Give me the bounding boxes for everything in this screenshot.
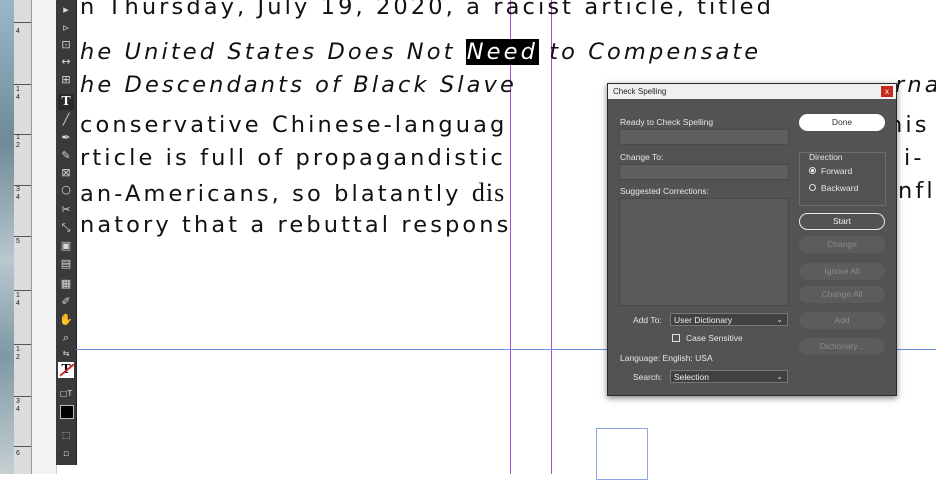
forward-label: Forward [821, 166, 853, 176]
text-segment: dis [471, 178, 506, 207]
dialog-title: Check Spelling [613, 87, 667, 96]
check-spelling-dialog: Check Spelling x Ready to Check Spelling… [607, 83, 897, 396]
word-field [619, 129, 789, 145]
content-collector-icon[interactable]: ⊞ [58, 72, 74, 88]
ruler-label: 4 [16, 194, 20, 201]
free-transform-tool-icon[interactable]: ⤡ [58, 220, 74, 236]
column-guide[interactable] [551, 0, 552, 474]
gradient-feather-tool-icon[interactable]: ▤ [58, 256, 74, 272]
note-tool-icon[interactable]: ▦ [58, 276, 74, 292]
change-to-input[interactable] [619, 164, 789, 180]
formatting-affects-container-icon[interactable]: □T [58, 386, 74, 402]
ruler-label: 4 [16, 28, 20, 35]
change-button[interactable]: Change [799, 236, 885, 253]
pencil-tool-icon[interactable]: ✎ [58, 148, 74, 164]
backward-label: Backward [821, 183, 859, 193]
start-button[interactable]: Start [799, 213, 885, 230]
background-photo-strip [0, 0, 14, 474]
text-segment: he United States Does Not [80, 39, 466, 65]
forward-radio[interactable] [809, 167, 816, 174]
text-segment: i- [904, 145, 925, 171]
fill-color-swatch[interactable] [60, 405, 74, 419]
ruler-label: 6 [16, 450, 20, 457]
case-sensitive-checkbox[interactable] [672, 334, 680, 342]
text-line-7[interactable]: natory that a rebuttal respons [80, 212, 511, 238]
ruler-label: 4 [16, 406, 20, 413]
text-segment: to Compensate [538, 39, 762, 65]
text-line-3[interactable]: he Descendants of Black Slave rna [80, 72, 936, 98]
text-segment: rna [895, 72, 936, 98]
pen-tool-icon[interactable]: ✒ [58, 130, 74, 146]
case-sensitive-label: Case Sensitive [686, 333, 743, 343]
empty-frame[interactable] [596, 428, 648, 480]
dialog-title-bar[interactable]: Check Spelling [608, 84, 896, 99]
vertical-ruler[interactable]: 4 1 4 1 2 3 4 5 1 4 1 2 3 4 6 [14, 0, 32, 474]
search-select[interactable]: Selection ⌄ [670, 370, 788, 383]
highlighted-misspelled-word[interactable]: Need [465, 39, 539, 65]
text-segment: an-Americans, so blatantly [80, 181, 472, 207]
page-tool-icon[interactable]: ⊡ [58, 37, 74, 53]
ruler-label: 1 [16, 292, 20, 299]
ruler-label: 4 [16, 300, 20, 307]
pasteboard-margin [32, 0, 57, 474]
scissors-tool-icon[interactable]: ✂ [58, 202, 74, 218]
hand-tool-icon[interactable]: ✋ [58, 312, 74, 328]
ruler-label: 1 [16, 134, 20, 141]
gap-tool-icon[interactable]: ↔ [58, 54, 74, 70]
direction-label: Direction [809, 152, 843, 162]
search-value: Selection [674, 372, 709, 382]
ignore-all-button[interactable]: Ignore All [799, 263, 885, 280]
text-segment: conservative Chinese-languag [80, 112, 508, 138]
suggested-corrections-label: Suggested Corrections: [620, 186, 709, 196]
add-to-label: Add To: [633, 315, 662, 325]
type-tool-icon[interactable]: T [58, 94, 74, 110]
add-button[interactable]: Add [799, 312, 885, 329]
screen-mode-icon[interactable]: ⬚ [58, 428, 74, 444]
status-text: Ready to Check Spelling [620, 117, 714, 127]
zoom-tool-icon[interactable]: ⌕ [58, 330, 74, 346]
ruler-label: 1 [16, 86, 20, 93]
close-icon[interactable]: x [881, 86, 893, 97]
text-line-6[interactable]: an-Americans, so blatantly dis nfl [80, 178, 933, 208]
text-segment: he Descendants of Black Slave [80, 72, 517, 98]
language-text: Language: English: USA [620, 353, 713, 363]
text-line-2[interactable]: he United States Does Not Need to Compen… [80, 39, 761, 65]
eyedropper-tool-icon[interactable]: ✐ [58, 294, 74, 310]
chevron-down-icon: ⌄ [776, 315, 783, 324]
ruler-label: 1 [16, 346, 20, 353]
done-button[interactable]: Done [799, 114, 885, 131]
rectangle-frame-tool-icon[interactable]: ⊠ [58, 165, 74, 181]
add-to-value: User Dictionary [674, 315, 733, 325]
ruler-label: 4 [16, 94, 20, 101]
text-line-5[interactable]: rticle is full of propagandistic i- [80, 145, 922, 171]
ruler-label: 3 [16, 398, 20, 405]
text-segment: nfl [898, 178, 936, 204]
gradient-swatch-tool-icon[interactable]: ▣ [58, 238, 74, 254]
dictionary-button[interactable]: Dictionary... [799, 338, 885, 355]
line-tool-icon[interactable]: ╱ [58, 112, 74, 128]
search-label: Search: [633, 372, 663, 382]
change-to-label: Change To: [620, 152, 664, 162]
text-line-4[interactable]: conservative Chinese-languag nis [80, 112, 926, 138]
text-line-1[interactable]: n Thursday, July 19, 2020, a racist arti… [80, 0, 774, 20]
ellipse-tool-icon[interactable]: ○ [58, 182, 74, 198]
preview-mode-icon[interactable]: ▫ [58, 446, 74, 462]
tools-panel: ▸ ▹ ⊡ ↔ ⊞ T ╱ ✒ ✎ ⊠ ○ ✂ ⤡ ▣ ▤ ▦ ✐ ✋ ⌕ ⇆ … [56, 0, 77, 465]
text-segment: rticle is full of propagandistic [80, 145, 506, 171]
direct-selection-tool-icon[interactable]: ▹ [58, 20, 74, 36]
chevron-down-icon: ⌄ [776, 372, 783, 381]
ruler-label: 3 [16, 186, 20, 193]
ruler-label: 2 [16, 354, 20, 361]
selection-tool-icon[interactable]: ▸ [58, 2, 74, 18]
ruler-label: 5 [16, 238, 20, 245]
add-to-select[interactable]: User Dictionary ⌄ [670, 313, 788, 326]
change-all-button[interactable]: Change All [799, 286, 885, 303]
formatting-affects-text-swatch-icon[interactable]: T [58, 362, 74, 378]
ruler-label: 2 [16, 142, 20, 149]
swap-fill-stroke-icon[interactable]: ⇆ [58, 346, 74, 362]
suggested-corrections-list[interactable] [619, 198, 789, 306]
backward-radio[interactable] [809, 184, 816, 191]
